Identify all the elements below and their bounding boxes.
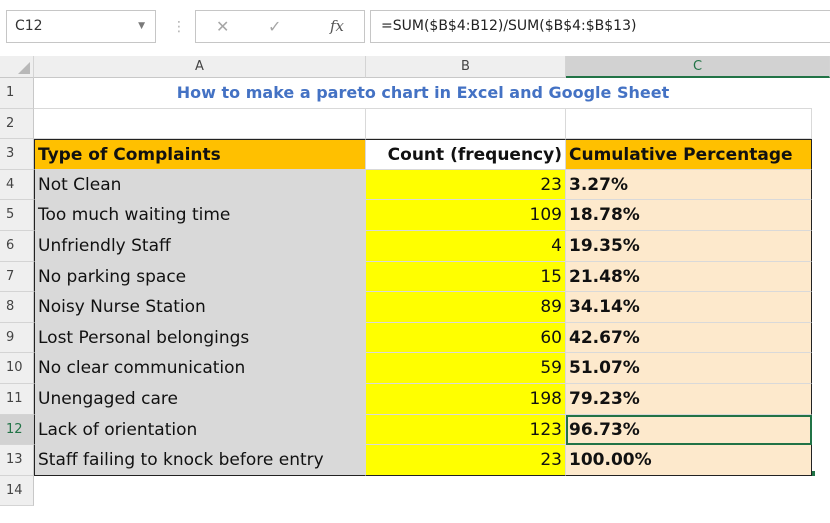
cell-type[interactable]: Noisy Nurse Station [34, 292, 366, 323]
cell-cumulative[interactable]: 79.23% [566, 384, 812, 415]
cell-count[interactable]: 60 [366, 322, 566, 354]
sheet-title[interactable]: How to make a pareto chart in Excel and … [34, 78, 812, 109]
row-header[interactable]: 14 [0, 475, 34, 507]
cell-cumulative[interactable]: 42.67% [566, 322, 812, 354]
cell-type[interactable]: Lost Personal belongings [34, 322, 366, 354]
cell-type[interactable]: Too much waiting time [34, 200, 366, 231]
enter-icon[interactable]: ✓ [268, 11, 281, 42]
table-row: 4 Not Clean 23 3.27% [0, 169, 830, 201]
row-header[interactable]: 3 [0, 139, 34, 170]
cell-count[interactable]: 59 [366, 353, 566, 384]
cell-c2[interactable] [566, 108, 812, 140]
sheet-row-1: 1 How to make a pareto chart in Excel an… [0, 78, 830, 109]
cell-type[interactable]: Lack of orientation [34, 414, 366, 446]
select-all-icon [18, 62, 30, 74]
formula-bar: C12 ▼ ⋮ ✕ ✓ fx =SUM($B$4:B12)/SUM($B$4:$… [0, 0, 830, 56]
row-header[interactable]: 6 [0, 231, 34, 262]
row-header[interactable]: 11 [0, 384, 34, 415]
table-row: 6 Unfriendly Staff 4 19.35% [0, 231, 830, 262]
column-header-b[interactable]: B [366, 56, 566, 78]
column-header-c[interactable]: C [566, 56, 830, 78]
table-row: 9 Lost Personal belongings 60 42.67% [0, 322, 830, 354]
cell-count[interactable]: 23 [366, 169, 566, 201]
sheet-row-14: 14 [0, 475, 830, 507]
cell-count[interactable]: 198 [366, 384, 566, 415]
cell-cumulative[interactable]: 34.14% [566, 292, 812, 323]
insert-function-icon[interactable]: fx [330, 11, 344, 42]
cell-count[interactable]: 15 [366, 261, 566, 293]
more-icon: ⋮ [172, 19, 186, 35]
cell-count[interactable]: 23 [366, 445, 566, 476]
cell-count[interactable]: 109 [366, 200, 566, 231]
row-header[interactable]: 1 [0, 78, 34, 109]
table-row: 13 Staff failing to knock before entry 2… [0, 445, 830, 476]
row-header[interactable]: 8 [0, 292, 34, 323]
row-header[interactable]: 5 [0, 200, 34, 231]
cancel-icon[interactable]: ✕ [216, 11, 229, 42]
column-header-a[interactable]: A [34, 56, 366, 78]
cell-type[interactable]: No clear communication [34, 353, 366, 384]
name-box-value: C12 [15, 18, 43, 34]
row-header[interactable]: 9 [0, 322, 34, 354]
cell-count[interactable]: 89 [366, 292, 566, 323]
cell-count[interactable]: 123 [366, 414, 566, 446]
table-row: 12 Lack of orientation 123 96.73% [0, 414, 830, 446]
table-row: 5 Too much waiting time 109 18.78% [0, 200, 830, 231]
chevron-down-icon[interactable]: ▼ [138, 11, 145, 42]
table-row: 11 Unengaged care 198 79.23% [0, 384, 830, 415]
row-header[interactable]: 2 [0, 108, 34, 140]
cell-type[interactable]: No parking space [34, 261, 366, 293]
table-row: 8 Noisy Nurse Station 89 34.14% [0, 292, 830, 323]
table-row: 7 No parking space 15 21.48% [0, 261, 830, 293]
cell-count[interactable]: 4 [366, 231, 566, 262]
formula-input[interactable]: =SUM($B$4:B12)/SUM($B$4:$B$13) [370, 10, 830, 43]
formula-tools: ✕ ✓ fx [195, 10, 365, 43]
header-type-of-complaints[interactable]: Type of Complaints [34, 139, 366, 170]
cell-cumulative[interactable]: 19.35% [566, 231, 812, 262]
cell-b2[interactable] [366, 108, 566, 140]
cell-type[interactable]: Unengaged care [34, 384, 366, 415]
cell-type[interactable]: Not Clean [34, 169, 366, 201]
row-header[interactable]: 13 [0, 445, 34, 476]
cell-cumulative-active[interactable]: 96.73% [566, 414, 812, 446]
row-header[interactable]: 10 [0, 353, 34, 384]
name-box[interactable]: C12 ▼ [6, 10, 156, 43]
cell-cumulative[interactable]: 21.48% [566, 261, 812, 293]
header-count[interactable]: Count (frequency) [366, 139, 566, 170]
cell-type[interactable]: Unfriendly Staff [34, 231, 366, 262]
row-header[interactable]: 7 [0, 261, 34, 293]
sheet-row-2: 2 [0, 108, 830, 140]
row-header[interactable]: 12 [0, 414, 34, 446]
select-all-corner[interactable] [0, 56, 34, 78]
table-row: 10 No clear communication 59 51.07% [0, 353, 830, 384]
row-header[interactable]: 4 [0, 169, 34, 201]
cell-cumulative[interactable]: 3.27% [566, 169, 812, 201]
cell-cumulative[interactable]: 18.78% [566, 200, 812, 231]
cell-a2[interactable] [34, 108, 366, 140]
header-cumulative-percentage[interactable]: Cumulative Percentage [566, 139, 812, 170]
cell-cumulative[interactable]: 51.07% [566, 353, 812, 384]
sheet-row-3: 3 Type of Complaints Count (frequency) C… [0, 139, 830, 170]
cell-type[interactable]: Staff failing to knock before entry [34, 445, 366, 476]
cell-cumulative[interactable]: 100.00% [566, 445, 812, 476]
